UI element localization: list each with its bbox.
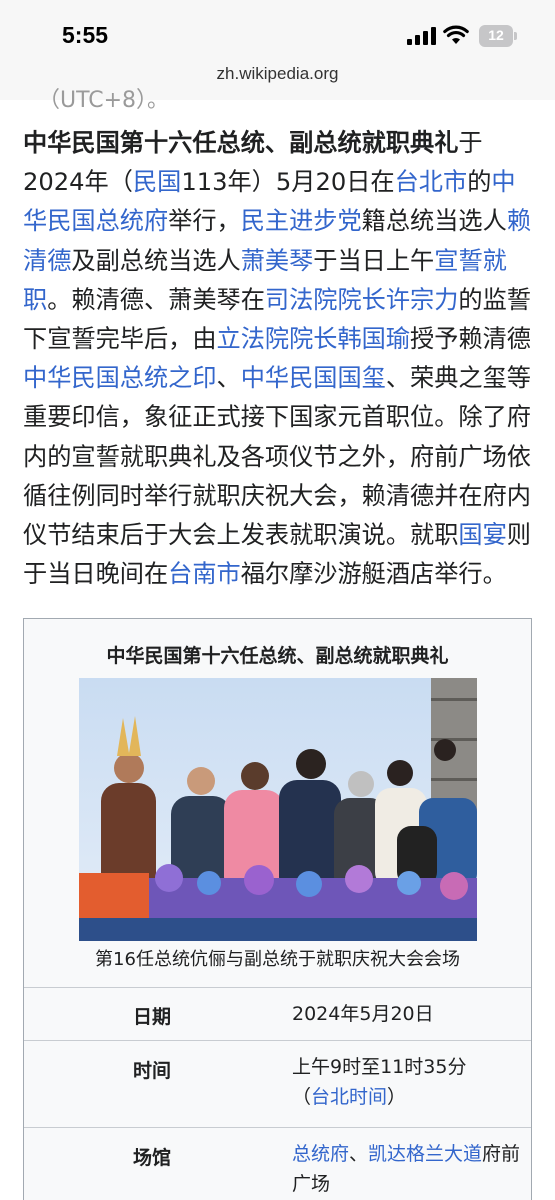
- text: 的: [467, 168, 492, 197]
- link-ketagalan-boulevard[interactable]: 凯达格兰大道: [368, 1143, 482, 1165]
- time-zone: （台北时间）: [292, 1082, 532, 1112]
- link-taipei[interactable]: 台北市: [395, 168, 468, 196]
- link-dpp[interactable]: 民主进步党: [241, 207, 362, 235]
- text: 、: [349, 1143, 369, 1165]
- cellular-signal-icon: [407, 27, 437, 45]
- text: 授予赖清德: [410, 325, 531, 354]
- clock: 5:55: [62, 22, 109, 48]
- link-presidential-office-building[interactable]: 总统府: [292, 1143, 349, 1165]
- venue-value: 总统府、凯达格兰大道府前广场: [292, 1139, 532, 1199]
- infobox-title: 中华民国第十六任总统、副总统就职典礼: [106, 645, 449, 667]
- time-value: 上午9时至11时35分: [292, 1056, 467, 1078]
- text: （: [292, 1086, 312, 1108]
- inauguration-photo[interactable]: [79, 678, 477, 941]
- text: 举行，: [168, 207, 241, 236]
- text: 籍总统当选人: [361, 207, 507, 236]
- clipped-text: （UTC+8）。: [38, 88, 170, 113]
- link-judicial-yuan[interactable]: 司法院院长许宗力: [265, 286, 459, 314]
- wifi-icon: [443, 25, 469, 44]
- text: 、: [216, 364, 241, 393]
- venue-label: 场馆: [132, 1147, 171, 1169]
- link-tainan[interactable]: 台南市: [168, 560, 241, 588]
- article-paragraph: 中华民国第十六任总统、副总统就职典礼于2024年（民国113年）5月20日在台北…: [23, 124, 533, 594]
- link-taipei-time[interactable]: 台北时间: [311, 1086, 387, 1108]
- link-state-banquet[interactable]: 国宴: [458, 521, 506, 549]
- text: 于当日上午: [313, 246, 435, 275]
- link-hsiao-bi-khim[interactable]: 萧美琴: [241, 247, 314, 275]
- link-presidential-seal[interactable]: 中华民国总统之印: [23, 364, 217, 392]
- link-legislative-yuan[interactable]: 立法院院长韩国瑜: [217, 325, 411, 353]
- divider: [24, 1127, 531, 1128]
- address-bar[interactable]: zh.wikipedia.org: [0, 64, 555, 84]
- photo-caption: 第16任总统伉俪与副总统于就职庆祝大会会场: [95, 949, 460, 970]
- link-minguo[interactable]: 民国: [133, 168, 181, 196]
- link-national-seal[interactable]: 中华民国国玺: [241, 364, 386, 392]
- time-label: 时间: [132, 1060, 171, 1082]
- battery-level: 12: [488, 27, 504, 43]
- infobox: 中华民国第十六任总统、副总统就职典礼 第16任总统伉俪与副总统于就职庆祝大会会场…: [23, 618, 532, 1200]
- text: 及副总统当选人: [71, 246, 241, 275]
- text: 福尔摩沙游艇酒店举行。: [240, 560, 507, 589]
- date-label: 日期: [132, 1006, 171, 1028]
- battery-icon: 12: [479, 25, 517, 47]
- article-title-bold: 中华民国第十六任总统、副总统就职典礼: [23, 129, 459, 157]
- text: ）: [387, 1086, 407, 1108]
- date-value: 2024年5月20日: [292, 1003, 434, 1025]
- text: 。赖清德、萧美琴在: [47, 285, 265, 314]
- divider: [24, 1040, 531, 1041]
- divider: [24, 987, 531, 988]
- time-value-block: 上午9时至11时35分 （台北时间）: [292, 1052, 532, 1112]
- text: 113年）5月20日在: [181, 168, 395, 197]
